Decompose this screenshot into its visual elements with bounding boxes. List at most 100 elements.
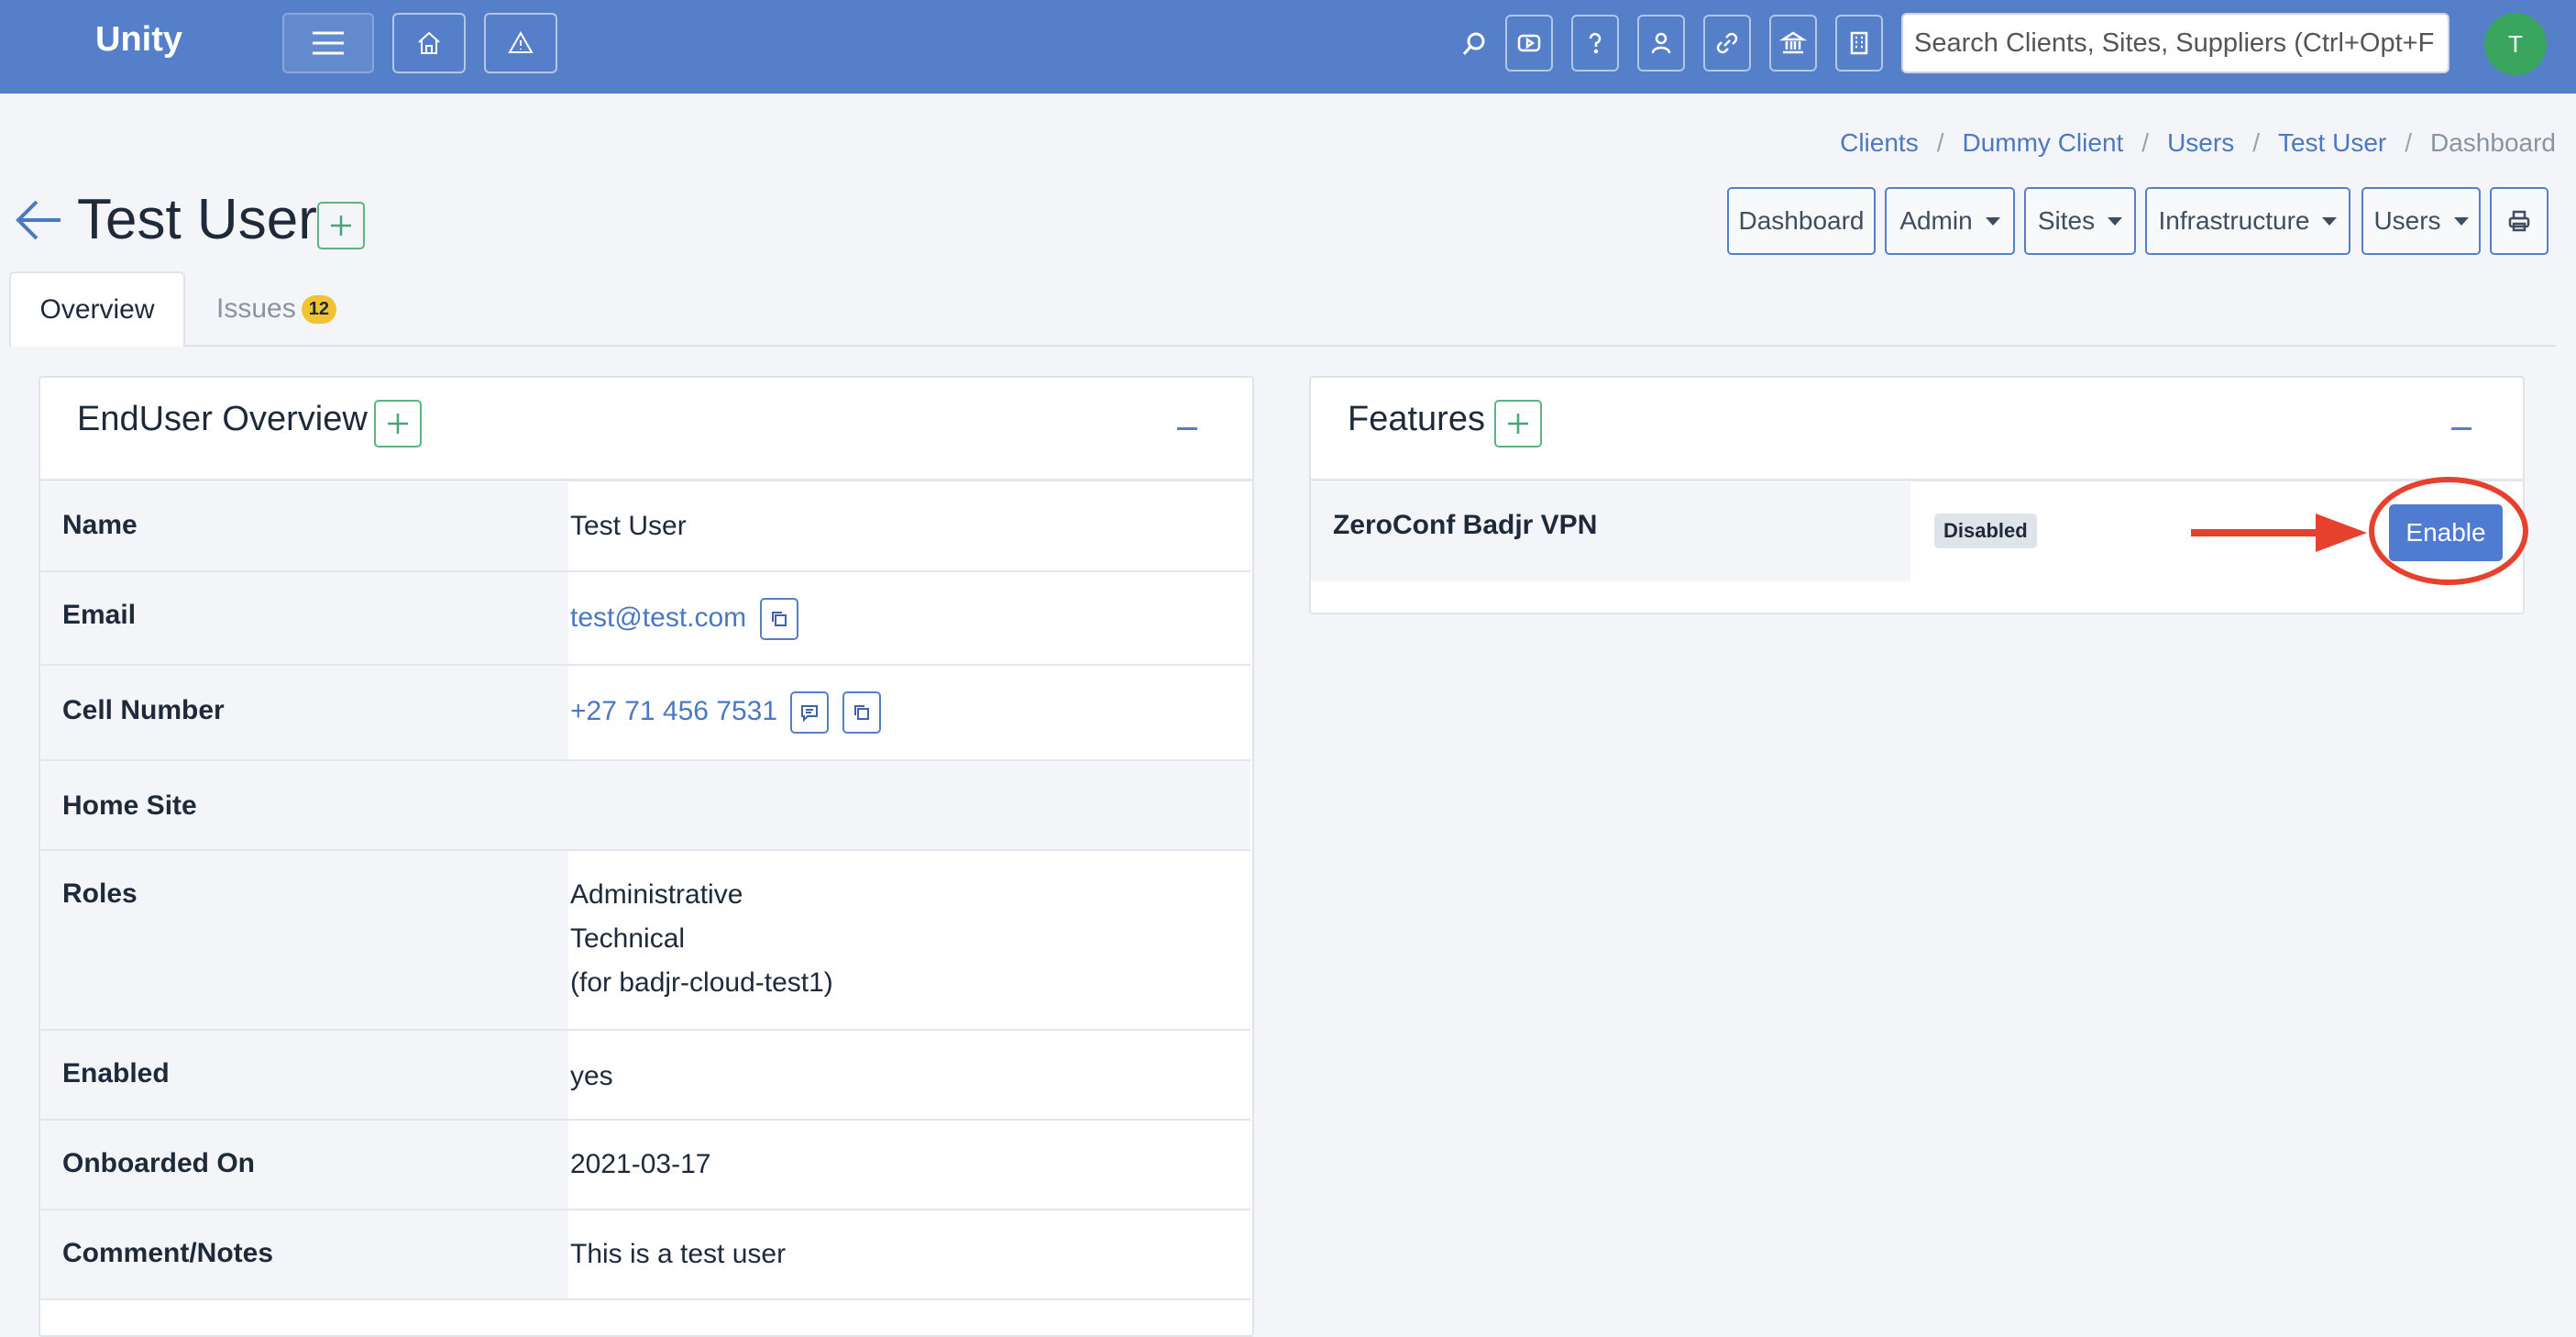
- breadcrumb-dummy-client[interactable]: Dummy Client: [1962, 128, 2123, 158]
- table-row: Onboarded On 2021-03-17: [40, 1121, 1250, 1210]
- breadcrumb-separator: /: [2252, 128, 2260, 157]
- dashboard-button[interactable]: Dashboard: [1727, 187, 1876, 255]
- top-navbar: Unity T: [0, 0, 2576, 94]
- table-row: Comment/Notes This is a test user: [40, 1210, 1250, 1300]
- page-title: Test User: [77, 188, 317, 251]
- row-value-email: test@test.com: [570, 596, 798, 641]
- bank-button[interactable]: [1769, 15, 1817, 72]
- home-icon: [418, 31, 440, 54]
- row-label-enabled: Enabled: [62, 1058, 170, 1088]
- tab-overview[interactable]: Overview: [9, 271, 185, 347]
- role-line: Technical: [570, 923, 686, 954]
- copy-email-button[interactable]: [759, 598, 798, 641]
- breadcrumb-separator: /: [2141, 128, 2150, 157]
- tab-issues-label: Issues: [216, 293, 296, 324]
- add-button[interactable]: [317, 202, 365, 249]
- role-line: (for badjr-cloud-test1): [570, 967, 833, 998]
- tab-overview-label: Overview: [39, 294, 155, 325]
- breadcrumb-separator: /: [1936, 128, 1944, 157]
- row-label-onboarded-on: Onboarded On: [62, 1148, 255, 1178]
- row-label-cell-number: Cell Number: [62, 695, 225, 725]
- video-button[interactable]: [1505, 15, 1553, 72]
- table-row: Email test@test.com: [40, 572, 1250, 666]
- breadcrumb: Clients / Dummy Client / Users / Test Us…: [1840, 128, 2556, 158]
- email-link[interactable]: test@test.com: [570, 602, 746, 633]
- bank-icon: [1779, 31, 1807, 54]
- breadcrumb-separator: /: [2405, 128, 2413, 157]
- avatar[interactable]: T: [2484, 13, 2547, 75]
- row-label-email: Email: [62, 600, 137, 630]
- print-button[interactable]: [2490, 187, 2548, 255]
- card-divider: [40, 479, 1252, 481]
- breadcrumb-clients[interactable]: Clients: [1840, 128, 1919, 158]
- collapse-icon[interactable]: [2451, 427, 2471, 430]
- row-value-name: Test User: [570, 511, 687, 541]
- alerts-button[interactable]: [484, 13, 557, 73]
- status-badge: Disabled: [1934, 514, 2037, 548]
- row-value-onboarded-on: 2021-03-17: [570, 1149, 711, 1179]
- cell-number-link[interactable]: +27 71 456 7531: [570, 696, 777, 726]
- collapse-icon[interactable]: [1177, 427, 1197, 430]
- row-value-enabled: yes: [570, 1061, 613, 1091]
- warning-icon: [508, 30, 534, 53]
- row-value-roles: Administrative Technical (for badjr-clou…: [570, 873, 833, 1005]
- hamburger-icon: [313, 31, 344, 55]
- home-button[interactable]: [392, 13, 466, 73]
- building-button[interactable]: [1835, 15, 1883, 72]
- video-icon: [1517, 34, 1541, 52]
- help-icon: [1589, 32, 1602, 54]
- table-row: Home Site: [40, 761, 1250, 851]
- breadcrumb-current: Dashboard: [2430, 128, 2556, 157]
- features-card: Features ZeroConf Badjr VPN: [1309, 376, 2525, 614]
- card-title: EndUser Overview: [77, 400, 368, 438]
- row-label-name: Name: [62, 510, 138, 540]
- breadcrumb-users[interactable]: Users: [2167, 128, 2234, 158]
- menu-toggle-button[interactable]: [282, 13, 374, 73]
- table-row: Roles Administrative Technical (for badj…: [40, 851, 1250, 1031]
- row-value-cell-number: +27 71 456 7531: [570, 690, 881, 735]
- copy-cell-number-button[interactable]: [842, 691, 881, 735]
- add-feature-button[interactable]: [1494, 400, 1542, 448]
- table-row: Cell Number +27 71 456 7531: [40, 666, 1250, 761]
- table-row: Name Test User: [40, 482, 1250, 572]
- tab-issues[interactable]: Issues 12: [216, 271, 336, 347]
- card-divider: [1311, 479, 2523, 481]
- value-cell: [568, 1031, 1250, 1119]
- building-icon: [1850, 31, 1868, 55]
- add-enduser-button[interactable]: [374, 400, 422, 448]
- send-message-button[interactable]: [790, 691, 830, 735]
- sites-dropdown[interactable]: Sites: [2024, 187, 2136, 255]
- row-label-comment-notes: Comment/Notes: [62, 1238, 274, 1268]
- issues-count-badge: 12: [301, 294, 336, 324]
- card-title: Features: [1348, 400, 1485, 438]
- brand-logo[interactable]: Unity: [95, 20, 182, 60]
- printer-icon: [2508, 210, 2530, 232]
- users-dropdown[interactable]: Users: [2361, 187, 2481, 255]
- row-label-roles: Roles: [62, 878, 138, 909]
- copy-icon: [771, 612, 787, 627]
- enduser-overview-card: EndUser Overview Name Test User Email te…: [39, 376, 1254, 1337]
- arrow-left-icon: [16, 200, 61, 240]
- feature-name: ZeroConf Badjr VPN: [1333, 510, 1598, 540]
- global-search-input[interactable]: [1901, 13, 2449, 73]
- chevron-down-icon: [2322, 216, 2338, 226]
- row-label-home-site: Home Site: [62, 790, 197, 821]
- breadcrumb-test-user[interactable]: Test User: [2278, 128, 2386, 158]
- plus-icon: [1508, 414, 1528, 434]
- user-button[interactable]: [1637, 15, 1685, 72]
- search-icon[interactable]: [1456, 26, 1492, 62]
- plus-icon: [388, 414, 408, 434]
- chevron-down-icon: [2453, 216, 2469, 226]
- back-button[interactable]: [13, 196, 64, 249]
- links-button[interactable]: [1703, 15, 1751, 72]
- role-line: Administrative: [570, 879, 743, 910]
- admin-dropdown[interactable]: Admin: [1885, 187, 2015, 255]
- sites-dropdown-label: Sites: [2037, 206, 2096, 235]
- help-button[interactable]: [1571, 15, 1619, 72]
- plus-icon: [331, 215, 351, 236]
- annotation-arrow-icon: [2191, 514, 2367, 552]
- admin-dropdown-label: Admin: [1899, 206, 1973, 235]
- dashboard-button-label: Dashboard: [1738, 206, 1865, 235]
- chevron-down-icon: [2108, 216, 2123, 226]
- infrastructure-dropdown[interactable]: Infrastructure: [2145, 187, 2350, 255]
